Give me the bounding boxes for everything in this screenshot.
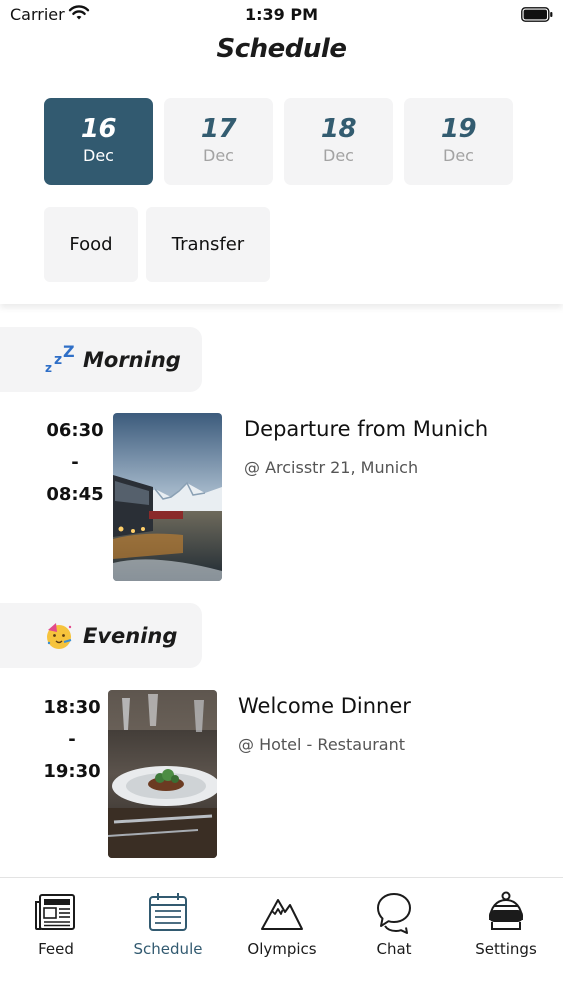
event-time: 06:30 - 08:45 xyxy=(30,415,120,511)
event-welcome-dinner[interactable]: 18:30 - 19:30 Welcome Dinner @ Hotel - R… xyxy=(0,690,563,860)
sleeping-zzz-icon: z z Z xyxy=(44,345,74,375)
date-selector: 16 Dec 17 Dec 18 Dec 19 Dec xyxy=(44,98,513,185)
tab-label: Feed xyxy=(38,940,74,958)
event-image-dinner xyxy=(108,690,217,858)
date-day: 19 xyxy=(440,114,477,144)
page-title: Schedule xyxy=(216,34,347,64)
event-image-bus xyxy=(113,413,222,581)
date-month: Dec xyxy=(443,146,474,165)
date-card-19[interactable]: 19 Dec xyxy=(404,98,513,185)
event-title: Welcome Dinner xyxy=(238,694,411,718)
event-time: 18:30 - 19:30 xyxy=(27,692,117,788)
event-departure-munich[interactable]: 06:30 - 08:45 Departure from Munich @ Ar… xyxy=(0,413,563,583)
ski-helmet-icon xyxy=(489,891,523,930)
event-location: @ Arcisstr 21, Munich xyxy=(244,458,419,477)
mountain-icon xyxy=(261,899,303,930)
tab-label: Settings xyxy=(475,940,537,958)
date-card-17[interactable]: 17 Dec xyxy=(164,98,273,185)
tab-label: Schedule xyxy=(133,940,203,958)
event-end-time: 19:30 xyxy=(43,761,101,782)
date-card-18[interactable]: 18 Dec xyxy=(284,98,393,185)
tab-chat[interactable]: Chat xyxy=(338,890,450,958)
section-header-morning: z z Z Morning xyxy=(0,327,202,392)
tab-bar: Feed Schedule Olympics Chat Settings xyxy=(0,877,563,1000)
date-month: Dec xyxy=(203,146,234,165)
event-end-time: 08:45 xyxy=(46,484,104,505)
tab-label: Chat xyxy=(376,940,412,958)
svg-text:z: z xyxy=(54,352,62,368)
date-month: Dec xyxy=(83,146,114,165)
section-title: Evening xyxy=(83,623,178,648)
date-month: Dec xyxy=(323,146,354,165)
event-time-separator: - xyxy=(71,452,79,473)
event-start-time: 18:30 xyxy=(43,697,101,718)
schedule-header: Carrier 1:39 PM Schedule 16 Dec 17 Dec 1… xyxy=(0,0,563,304)
filter-chip-transfer[interactable]: Transfer xyxy=(146,207,270,282)
event-start-time: 06:30 xyxy=(46,420,104,441)
date-day: 16 xyxy=(80,114,117,144)
calendar-icon xyxy=(149,893,187,931)
event-time-separator: - xyxy=(68,729,76,750)
status-time: 1:39 PM xyxy=(244,5,318,24)
tab-olympics[interactable]: Olympics xyxy=(226,890,338,958)
date-day: 18 xyxy=(320,114,357,144)
filter-chip-food[interactable]: Food xyxy=(44,207,138,282)
svg-text:Z: Z xyxy=(63,345,74,361)
tab-feed[interactable]: Feed xyxy=(0,890,112,958)
battery-icon xyxy=(521,7,553,22)
section-header-evening: Evening xyxy=(0,603,202,668)
date-day: 17 xyxy=(200,114,237,144)
status-bar: Carrier 1:39 PM xyxy=(0,0,563,30)
section-title: Morning xyxy=(83,347,181,372)
event-location: @ Hotel - Restaurant xyxy=(238,735,406,754)
event-title: Departure from Munich xyxy=(244,417,489,441)
tab-label: Olympics xyxy=(247,940,317,958)
tab-schedule[interactable]: Schedule xyxy=(112,890,224,958)
chat-bubbles-icon xyxy=(377,893,411,934)
category-filters: Food Transfer xyxy=(44,207,270,282)
newspaper-icon xyxy=(35,894,75,930)
party-face-icon xyxy=(44,621,74,651)
tab-settings[interactable]: Settings xyxy=(450,890,562,958)
date-card-16[interactable]: 16 Dec xyxy=(44,98,153,185)
svg-text:z: z xyxy=(45,361,52,375)
